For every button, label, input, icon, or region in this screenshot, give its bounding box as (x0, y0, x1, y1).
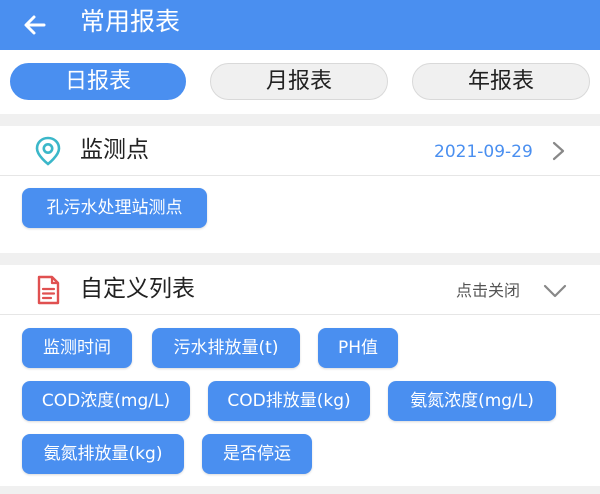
app-header: 常用报表 (0, 0, 600, 50)
monitor-point-card: 监测点 2021-09-29 孔污水处理站测点 (0, 126, 600, 253)
document-icon (37, 275, 60, 305)
chevron-right-icon[interactable] (548, 140, 568, 162)
tab-yearly-report[interactable]: 年报表 (412, 63, 590, 100)
monitor-point-row[interactable]: 监测点 2021-09-29 (0, 126, 600, 176)
tab-monthly-report[interactable]: 月报表 (210, 63, 388, 100)
tab-daily-report[interactable]: 日报表 (10, 63, 186, 100)
field-chip[interactable]: 氨氮浓度(mg/L) (388, 381, 556, 421)
field-chip[interactable]: 氨氮排放量(kg) (22, 434, 184, 474)
field-chip[interactable]: COD浓度(mg/L) (22, 381, 190, 421)
custom-list-title: 自定义列表 (80, 276, 195, 302)
report-tabs: 日报表 月报表 年报表 (0, 50, 600, 114)
page-title: 常用报表 (80, 7, 181, 36)
report-date[interactable]: 2021-09-29 (434, 141, 533, 163)
chevron-down-icon[interactable] (542, 283, 568, 299)
close-hint[interactable]: 点击关闭 (456, 280, 520, 302)
field-chip[interactable]: COD排放量(kg) (208, 381, 370, 421)
monitor-point-chip[interactable]: 孔污水处理站测点 (22, 188, 207, 228)
field-chip[interactable]: 污水排放量(t) (152, 328, 300, 368)
custom-list-card: 自定义列表 点击关闭 监测时间 污水排放量(t) PH值 COD浓度(mg/L)… (0, 265, 600, 486)
field-chip[interactable]: PH值 (318, 328, 398, 368)
field-chip[interactable]: 是否停运 (202, 434, 312, 474)
arrow-left-icon[interactable] (22, 12, 48, 38)
location-pin-icon (35, 136, 61, 166)
monitor-point-title: 监测点 (80, 137, 149, 163)
field-chip[interactable]: 监测时间 (22, 328, 132, 368)
custom-list-row: 自定义列表 点击关闭 (0, 265, 600, 315)
